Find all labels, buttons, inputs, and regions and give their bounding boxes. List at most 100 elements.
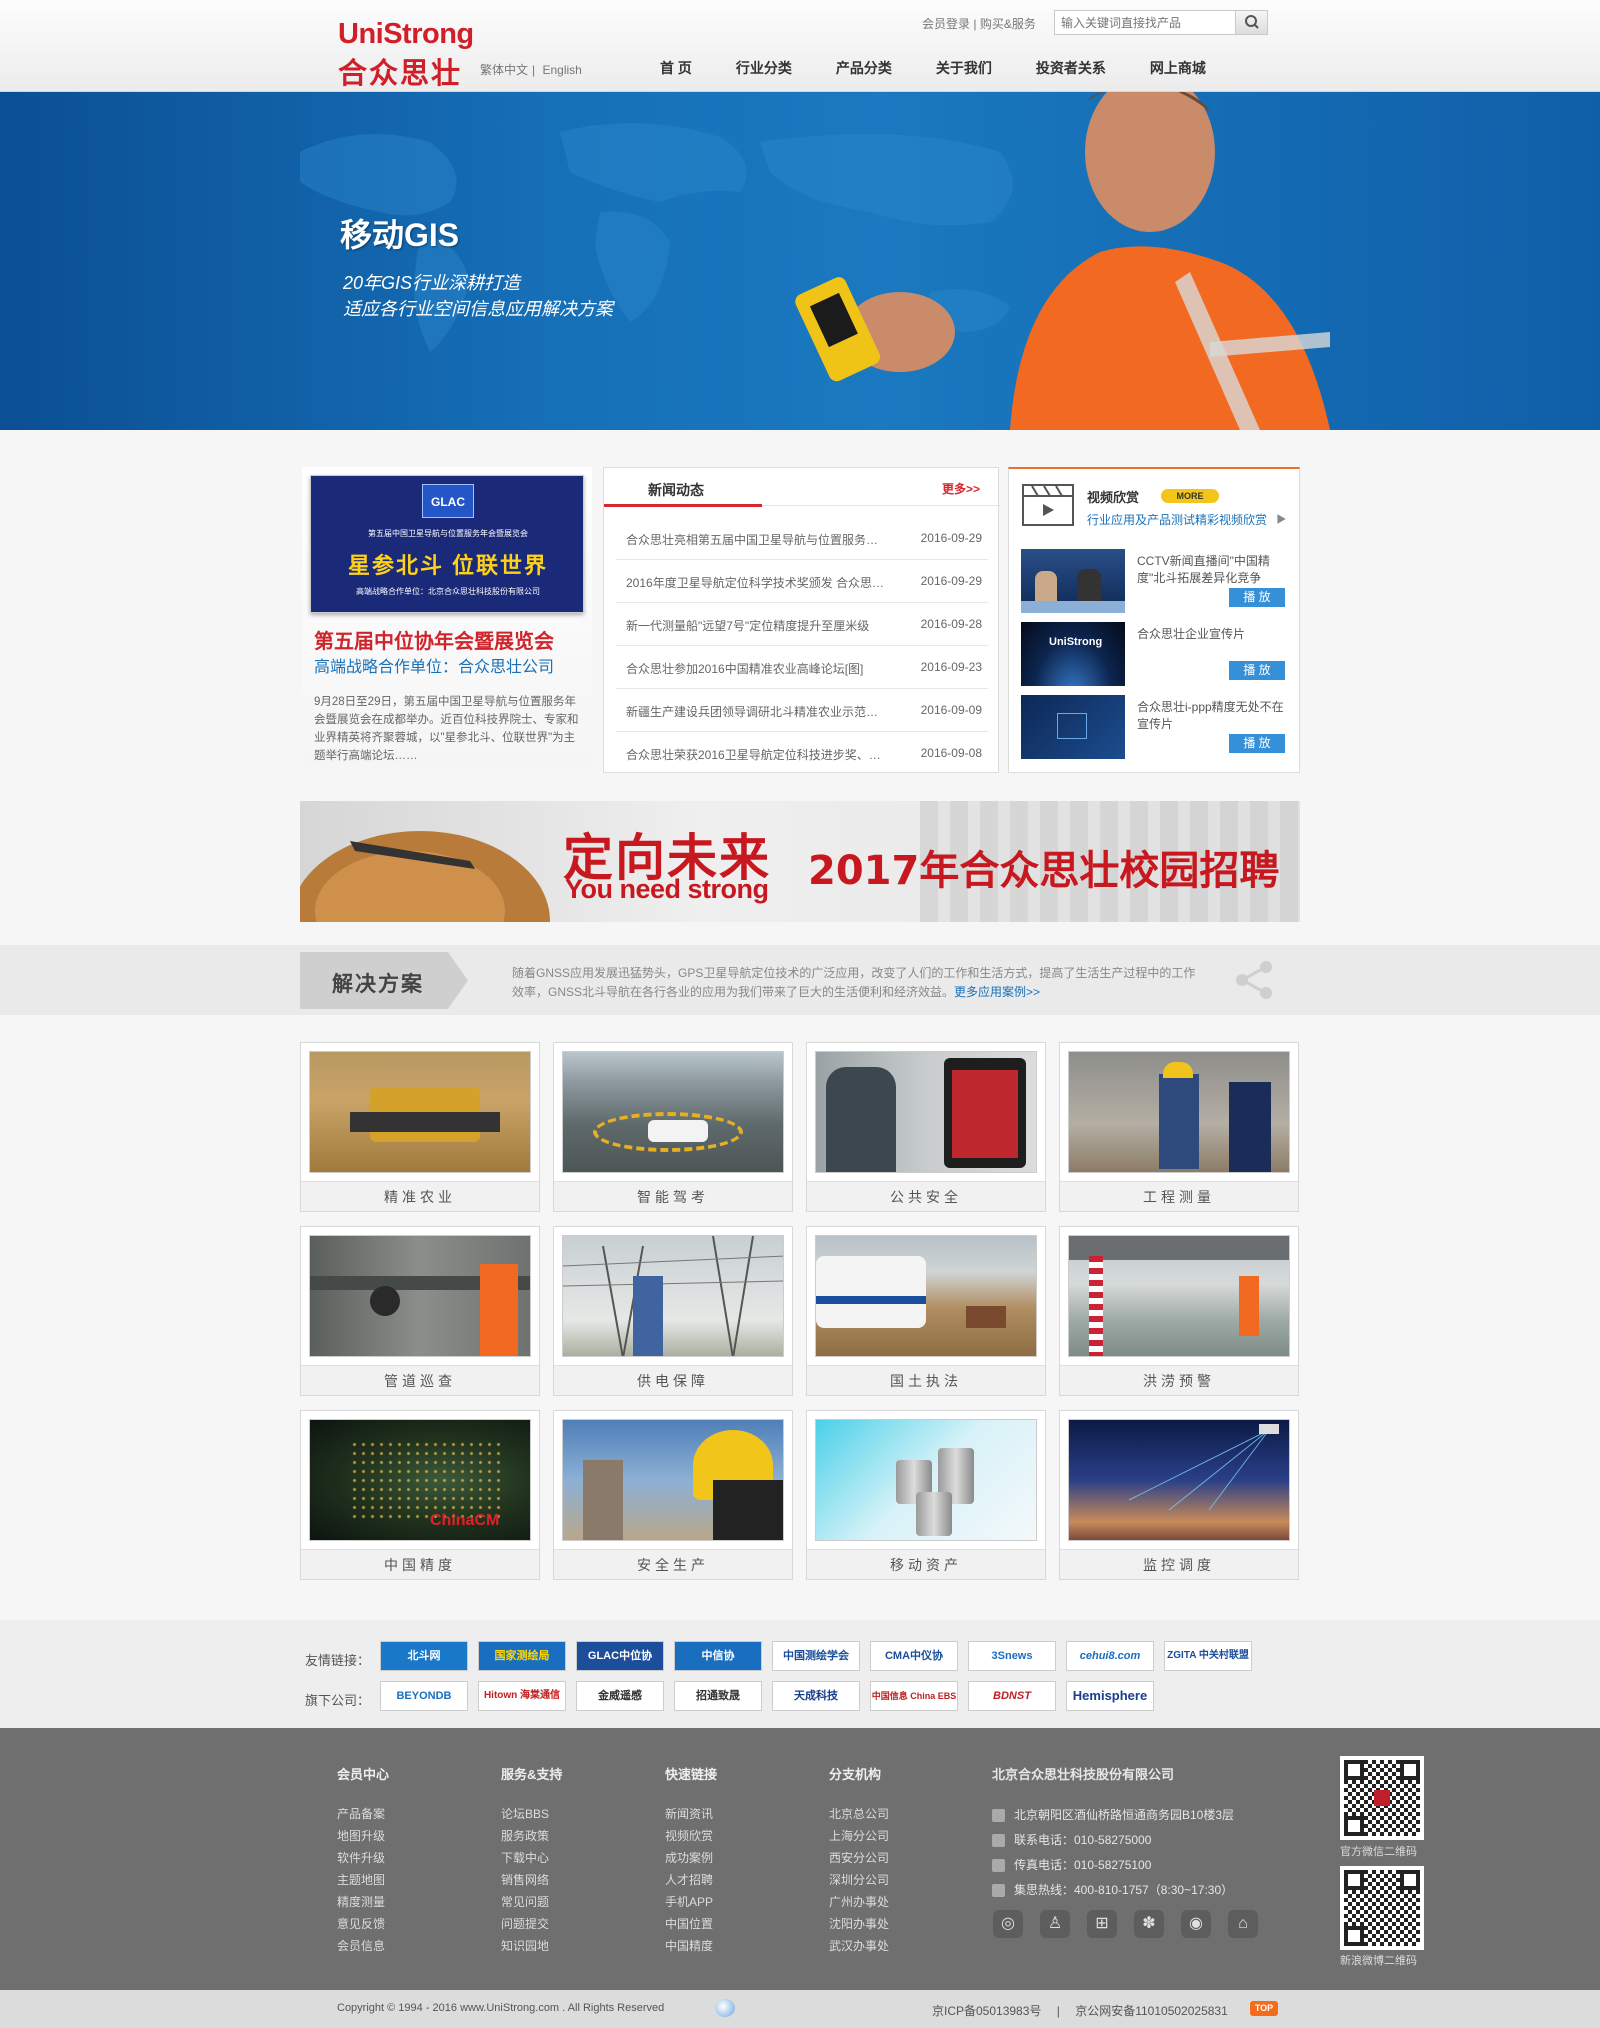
- video-thumbnail[interactable]: [1021, 695, 1125, 759]
- solution-card[interactable]: ChinaCM 中国精度: [300, 1410, 540, 1580]
- video-item-title[interactable]: 合众思壮企业宣传片: [1137, 626, 1287, 643]
- video-thumbnail[interactable]: [1021, 549, 1125, 613]
- footer-link[interactable]: 北京总公司: [829, 1803, 889, 1825]
- footer-link[interactable]: 地图升级: [337, 1825, 389, 1847]
- solution-image[interactable]: [309, 1051, 531, 1173]
- friend-link-logo[interactable]: cehui8.com: [1066, 1641, 1154, 1671]
- solution-image[interactable]: [562, 1235, 784, 1357]
- friend-link-logo[interactable]: 3Snews: [968, 1641, 1056, 1671]
- footer-link[interactable]: 会员信息: [337, 1935, 389, 1957]
- solution-image[interactable]: [1068, 1051, 1290, 1173]
- lang-traditional-link[interactable]: 繁体中文: [480, 63, 528, 77]
- solution-label[interactable]: 精准农业: [301, 1181, 539, 1211]
- solution-image[interactable]: [1068, 1235, 1290, 1357]
- baidu-icon[interactable]: ✽: [1134, 1910, 1164, 1938]
- footer-link[interactable]: 主题地图: [337, 1869, 389, 1891]
- friend-link-logo[interactable]: 北斗网: [380, 1641, 468, 1671]
- solution-label[interactable]: 监控调度: [1060, 1549, 1298, 1579]
- solution-card[interactable]: 工程测量: [1059, 1042, 1299, 1212]
- footer-link[interactable]: 常见问题: [501, 1891, 562, 1913]
- footer-link[interactable]: 成功案例: [665, 1847, 717, 1869]
- solution-card[interactable]: 供电保障: [553, 1226, 793, 1396]
- icp-number[interactable]: 京ICP备05013983号: [932, 2004, 1041, 2018]
- video-item[interactable]: UniStrong 合众思壮企业宣传片 播 放: [1021, 622, 1289, 690]
- play-arrow-icon[interactable]: [1277, 514, 1286, 524]
- footer-link[interactable]: 视频欣赏: [665, 1825, 717, 1847]
- solution-card[interactable]: 移动资产: [806, 1410, 1046, 1580]
- footer-link[interactable]: 上海分公司: [829, 1825, 889, 1847]
- solution-image[interactable]: [1068, 1419, 1290, 1541]
- video-intro-link[interactable]: 行业应用及产品测试精彩视频欣赏: [1087, 511, 1267, 528]
- police-record[interactable]: 京公网安备11010502025831: [1075, 2004, 1228, 2018]
- footer-link[interactable]: 论坛BBS: [501, 1803, 562, 1825]
- footer-link[interactable]: 新闻资讯: [665, 1803, 717, 1825]
- subsidiary-logo[interactable]: 中国信息 China EBS: [870, 1681, 958, 1711]
- news-item-title[interactable]: 合众思壮参加2016中国精准农业高峰论坛[图]: [626, 660, 886, 677]
- solution-card[interactable]: 公共安全: [806, 1042, 1046, 1212]
- play-button[interactable]: 播 放: [1229, 734, 1285, 753]
- wechat-icon[interactable]: ◉: [1181, 1910, 1211, 1938]
- news-item-title[interactable]: 新疆生产建设兵团领导调研北斗精准农业示范项目: [626, 703, 886, 720]
- event-feature[interactable]: GLAC 第五届中国卫星导航与位置服务年会暨展览会 星参北斗 位联世界 高端战略…: [302, 467, 592, 763]
- lang-english-link[interactable]: English: [542, 63, 581, 77]
- nav-shop[interactable]: 网上商城: [1150, 58, 1206, 78]
- solution-card[interactable]: 管道巡查: [300, 1226, 540, 1396]
- solution-label[interactable]: 公共安全: [807, 1181, 1045, 1211]
- solution-label[interactable]: 工程测量: [1060, 1181, 1298, 1211]
- news-item-title[interactable]: 2016年度卫星导航定位科学技术奖颁发 合众思壮载誉而归: [626, 574, 886, 591]
- solution-image[interactable]: [309, 1235, 531, 1357]
- footer-link[interactable]: 广州办事处: [829, 1891, 889, 1913]
- news-item[interactable]: 合众思壮亮相第五届中国卫星导航与位置服务年会暨展览会 2016-09-29: [616, 517, 988, 560]
- news-item-title[interactable]: 合众思壮荣获2016卫星导航定位科技进步奖、优秀产品奖: [626, 746, 886, 763]
- video-item[interactable]: 合众思壮i-ppp精度无处不在宣传片 播 放: [1021, 695, 1289, 763]
- footer-link[interactable]: 下载中心: [501, 1847, 562, 1869]
- solution-label[interactable]: 移动资产: [807, 1549, 1045, 1579]
- news-item-title[interactable]: 新一代测量船"远望7号"定位精度提升至厘米级: [626, 617, 886, 634]
- nav-products[interactable]: 产品分类: [836, 58, 892, 78]
- subsidiary-logo[interactable]: BEYONDB: [380, 1681, 468, 1711]
- footer-link[interactable]: 产品备案: [337, 1803, 389, 1825]
- play-button[interactable]: 播 放: [1229, 588, 1285, 607]
- search-input[interactable]: [1055, 11, 1235, 34]
- video-thumbnail[interactable]: UniStrong: [1021, 622, 1125, 686]
- nav-home[interactable]: 首 页: [660, 58, 692, 78]
- subsidiary-logo[interactable]: Hitown 海棠通信: [478, 1681, 566, 1711]
- nav-about[interactable]: 关于我们: [936, 58, 992, 78]
- solution-card[interactable]: 安全生产: [553, 1410, 793, 1580]
- footer-link[interactable]: 精度测量: [337, 1891, 389, 1913]
- play-button[interactable]: 播 放: [1229, 661, 1285, 680]
- buy-service-link[interactable]: 购买&服务: [980, 17, 1036, 31]
- video-item[interactable]: CCTV新闻直播间"中国精度"北斗拓展差异化竞争 播 放: [1021, 549, 1289, 617]
- friend-link-logo[interactable]: 中信协: [674, 1641, 762, 1671]
- solution-card[interactable]: 监控调度: [1059, 1410, 1299, 1580]
- solutions-more-link[interactable]: 更多应用案例>>: [954, 985, 1040, 999]
- friend-link-logo[interactable]: ZGITA 中关村联盟: [1164, 1641, 1252, 1671]
- logo-text-en[interactable]: UniStrong: [338, 18, 474, 51]
- footer-link[interactable]: 服务政策: [501, 1825, 562, 1847]
- event-title[interactable]: 第五届中位协年会暨展览会: [314, 625, 554, 654]
- member-login-link[interactable]: 会员登录: [922, 17, 970, 31]
- friend-link-logo[interactable]: CMA中仪协: [870, 1641, 958, 1671]
- solution-label[interactable]: 中国精度: [301, 1549, 539, 1579]
- footer-link[interactable]: 中国位置: [665, 1913, 717, 1935]
- recruitment-banner[interactable]: 定向未来 You need strong 2017年合众思壮校园招聘: [300, 801, 1300, 922]
- solution-image[interactable]: ChinaCM: [309, 1419, 531, 1541]
- solution-label[interactable]: 国土执法: [807, 1365, 1045, 1395]
- taobao-icon[interactable]: ⌂: [1228, 1910, 1258, 1938]
- news-item[interactable]: 新疆生产建设兵团领导调研北斗精准农业示范项目 2016-09-09: [616, 689, 988, 732]
- friend-link-logo[interactable]: 国家测绘局: [478, 1641, 566, 1671]
- subsidiary-logo[interactable]: Hemisphere: [1066, 1681, 1154, 1711]
- weibo-icon[interactable]: ◎: [993, 1910, 1023, 1938]
- share-icon[interactable]: [1232, 958, 1276, 1002]
- subsidiary-logo[interactable]: 金威遥感: [576, 1681, 664, 1711]
- footer-link[interactable]: 意见反馈: [337, 1913, 389, 1935]
- subsidiary-logo[interactable]: BDNST: [968, 1681, 1056, 1711]
- footer-link[interactable]: 手机APP: [665, 1891, 717, 1913]
- footer-link[interactable]: 销售网络: [501, 1869, 562, 1891]
- back-to-top-button[interactable]: TOP: [1250, 2001, 1278, 2016]
- qq-icon[interactable]: ♙: [1040, 1910, 1070, 1938]
- news-tab[interactable]: 新闻动态: [648, 480, 704, 500]
- solution-card[interactable]: 国土执法: [806, 1226, 1046, 1396]
- friend-link-logo[interactable]: 中国测绘学会: [772, 1641, 860, 1671]
- logo-text-cn[interactable]: 合众思壮: [338, 50, 462, 92]
